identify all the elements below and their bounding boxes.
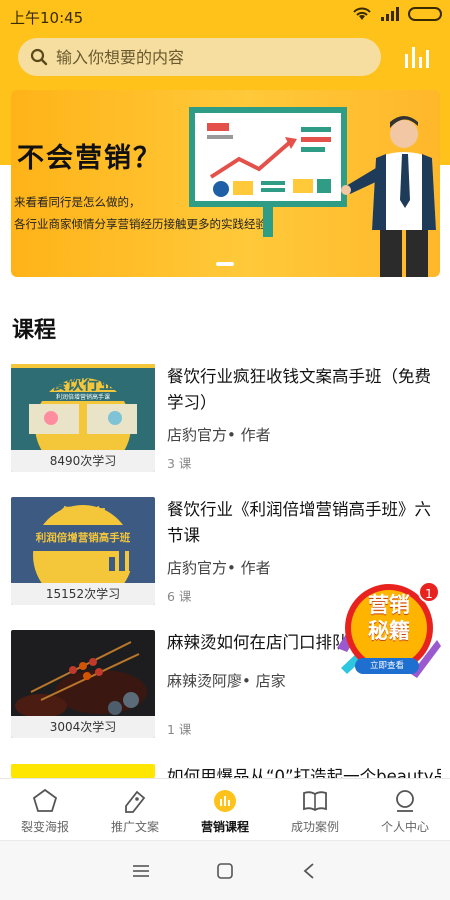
- user-icon: [396, 790, 414, 812]
- status-time: 上午10:45: [10, 9, 84, 27]
- thumbnail-title: 餐饮店: [60, 505, 106, 523]
- lesson-count: 6 课: [167, 589, 192, 604]
- tab-courses[interactable]: 营销课程: [180, 779, 270, 840]
- book-icon: [303, 791, 327, 812]
- course-item[interactable]: 如何用爆品从“0”打造起一个beauty品: [11, 764, 441, 778]
- signal-icon: [381, 7, 399, 21]
- tab-label: 推广文案: [110, 820, 159, 834]
- course-item[interactable]: 餐饮行业 利润倍增营销高手课 8490次学习 餐饮行业疯狂收钱文案高手班（免费学…: [11, 364, 441, 476]
- home-icon[interactable]: [216, 862, 234, 880]
- lesson-count: 3 课: [167, 456, 192, 471]
- thumbnail-subtitle: 利润倍增营销高手课: [31, 392, 135, 401]
- course-title: 餐饮行业疯狂收钱文案高手班（免费学习）: [167, 367, 431, 412]
- status-bar: 上午10:45: [0, 0, 450, 32]
- promo-sub: 立即查看: [369, 661, 404, 671]
- view-count: 8490次学习: [11, 450, 155, 472]
- back-icon[interactable]: [302, 862, 316, 880]
- chart-bars-icon[interactable]: [403, 44, 433, 70]
- promo-line2: 秘籍: [368, 619, 410, 643]
- battery-icon: [408, 7, 442, 21]
- view-count: 15152次学习: [11, 583, 155, 605]
- course-thumbnail: 3004次学习: [11, 630, 155, 738]
- course-thumbnail: [11, 764, 155, 778]
- system-nav-bar: [0, 840, 450, 900]
- tab-label: 裂变海报: [20, 820, 69, 834]
- pentagon-icon: [32, 788, 58, 812]
- thumbnail-title: 餐饮行业: [50, 374, 115, 393]
- tab-label: 个人中心: [380, 820, 429, 834]
- view-count: 3004次学习: [11, 716, 155, 738]
- course-chart-icon: [214, 790, 236, 812]
- carousel-indicator[interactable]: [216, 262, 234, 266]
- banner-title: 不会营销？: [17, 143, 162, 174]
- lesson-count: 1 课: [167, 722, 192, 737]
- tab-label: 营销课程: [200, 820, 249, 834]
- course-author: 店豹官方• 作者: [167, 559, 271, 577]
- section-title: 课程: [12, 318, 57, 343]
- search-icon: [30, 48, 48, 66]
- tab-poster[interactable]: 裂变海报: [0, 779, 90, 840]
- course-title: 如何用爆品从“0”打造起一个beauty品: [167, 767, 441, 778]
- bottom-tab-bar: 裂变海报 推广文案 营销课程 成功案例 个人中心: [0, 778, 450, 840]
- status-icons: [352, 6, 442, 22]
- banner-subtitle: 来看看同行是怎么做的，: [14, 195, 141, 209]
- thumbnail-subtitle: 利润倍增营销高手班: [35, 532, 131, 544]
- tab-cases[interactable]: 成功案例: [270, 779, 360, 840]
- tab-label: 成功案例: [290, 820, 339, 834]
- course-thumbnail: 餐饮店 利润倍增营销高手班 15152次学习: [11, 497, 155, 605]
- course-title: 餐饮行业《利润倍增营销高手班》六节课: [167, 500, 431, 545]
- course-thumbnail: 餐饮行业 利润倍增营销高手课 8490次学习: [11, 364, 155, 472]
- menu-icon[interactable]: [132, 863, 150, 879]
- tab-copywriting[interactable]: 推广文案: [90, 779, 180, 840]
- search-bar[interactable]: [18, 38, 381, 76]
- search-input[interactable]: [56, 47, 356, 67]
- notification-badge: 1: [418, 581, 440, 603]
- course-author: 店豹官方• 作者: [167, 426, 271, 444]
- presenter-illustration: [341, 116, 436, 277]
- promo-banner[interactable]: 不会营销？ 来看看同行是怎么做的， 各行业商家倾情分享营销经历接触更多的实践经验…: [11, 90, 440, 277]
- tab-profile[interactable]: 个人中心: [360, 779, 450, 840]
- whiteboard-illustration: [189, 107, 347, 237]
- wifi-icon: [353, 7, 371, 20]
- promo-line1: 营销: [368, 593, 410, 617]
- course-author: 麻辣烫阿廖• 店家: [167, 672, 286, 690]
- pencil-tag-icon: [125, 790, 146, 813]
